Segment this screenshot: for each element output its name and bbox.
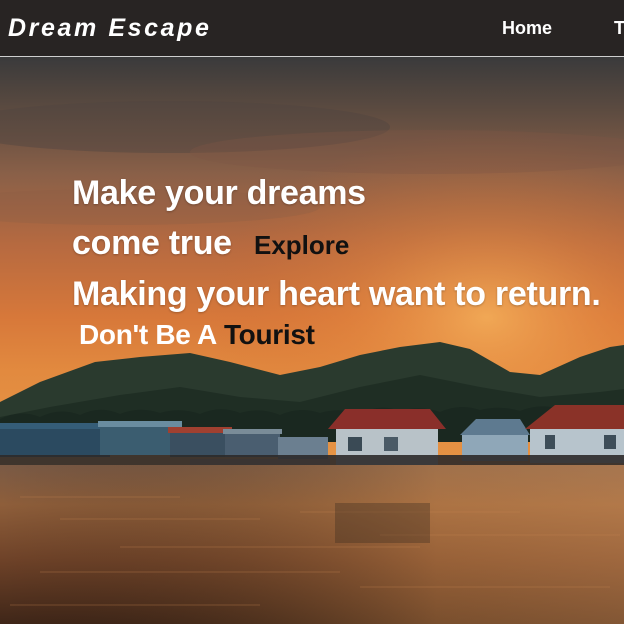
page: Dream Escape Home T Make your dreams com… xyxy=(0,0,624,624)
nav-link-second[interactable]: T xyxy=(614,17,624,39)
navbar: Dream Escape Home T xyxy=(0,0,624,57)
tagline-accent: Tourist xyxy=(223,319,315,350)
nav-link-home[interactable]: Home xyxy=(502,17,552,39)
hero-headline-line1: Make your dreams xyxy=(72,174,366,212)
tagline-main: Don't Be A xyxy=(79,319,217,350)
brand-logo[interactable]: Dream Escape xyxy=(8,13,212,43)
hero-headline-line3: Making your heart want to return. xyxy=(72,275,601,313)
hero-tagline: Don't Be A Tourist xyxy=(79,318,315,352)
explore-link[interactable]: Explore xyxy=(254,229,349,261)
hero-headline-line2: come true xyxy=(72,224,232,262)
